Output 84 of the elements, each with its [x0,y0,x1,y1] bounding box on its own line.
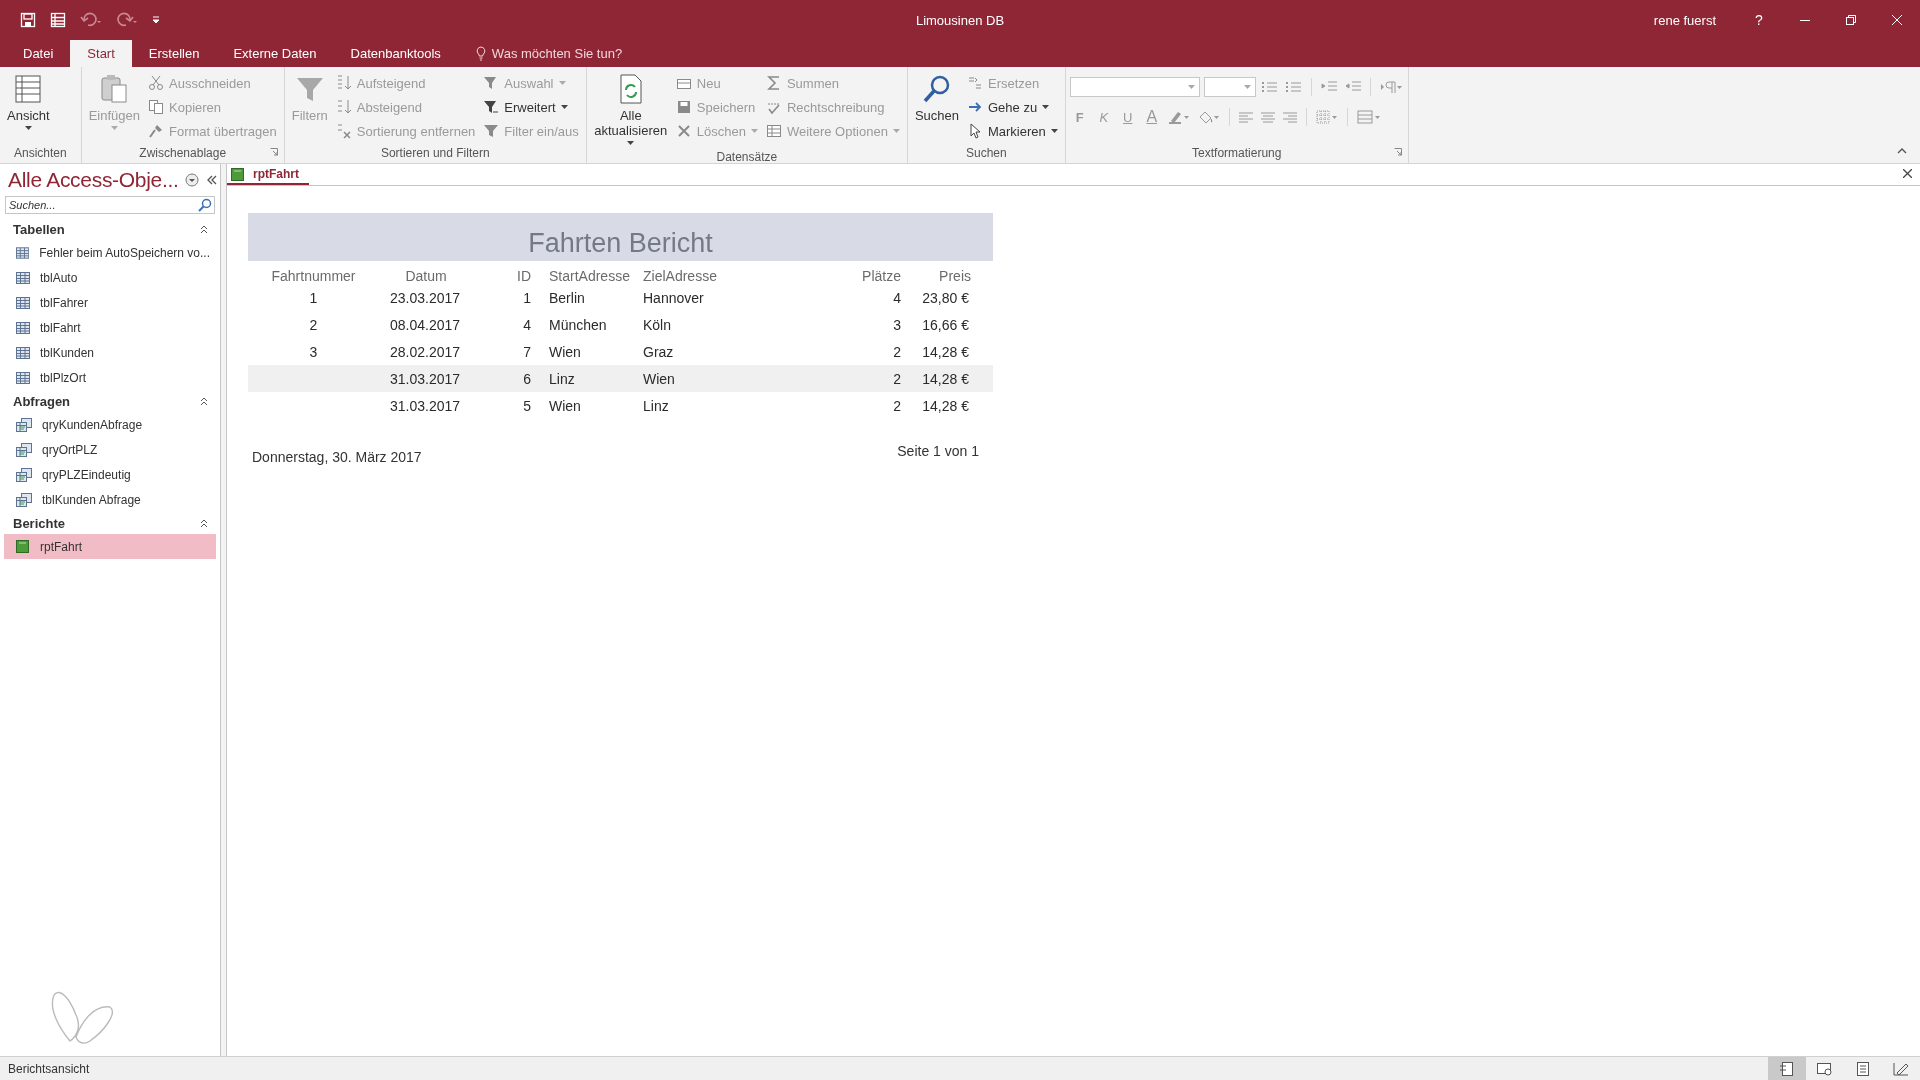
section-title: Berichte [13,515,66,531]
navigation-item[interactable]: qryOrtPLZ [4,437,216,462]
report-cell-text: Berlin [548,289,586,306]
report-cell: 2 [893,343,901,360]
report-cell: 23.03.2017 [389,289,461,306]
report-cell: 28.02.2017 [389,343,461,360]
navigation-item[interactable]: rptFahrt [4,534,216,559]
ribbon-tab[interactable]: Erstellen [131,40,217,67]
ribbon-button[interactable]: Gehe zu [963,95,1061,119]
pane-title: Alle Access-Obje... [8,168,179,192]
navigation-item[interactable]: qryPLZEindeutig [4,462,216,487]
report-cell: 31.03.2017 [389,397,461,414]
report-cell-text: Linz [642,397,670,414]
navigation-item[interactable]: tblKunden Abfrage [4,487,216,512]
section-header[interactable]: Abfragen [0,390,220,412]
report-date: Donnerstag, 30. März 2017 [252,448,422,465]
report-cell-text: München [548,316,608,333]
report-cell: 5 [523,397,531,414]
report-cell: 7 [523,343,531,360]
status-text: Berichtsansicht [8,1061,90,1076]
document-tab[interactable]: rptFahrt [227,165,309,185]
group-label: Ansichten [14,145,67,162]
report-cell-text: Köln [642,316,673,333]
section-title: Abfragen [13,393,71,409]
column-header: Preis [939,268,972,284]
navigation-item[interactable]: tblFahrt [4,315,216,340]
section-header[interactable]: Tabellen [0,218,220,240]
ribbon-button[interactable]: Erweitert [480,95,582,119]
page-number: Seite 1 von 1 [897,443,979,461]
report-cell: 2 [309,316,318,333]
report-cell: 08.04.2017 [389,316,461,333]
report-cell-text: 23,80 € [922,289,970,306]
report-cell: 4 [523,316,531,333]
report-cell-text: Wien [548,343,582,360]
report-cell-text: Wien [642,370,676,387]
report-cell: 31.03.2017 [389,370,461,387]
ribbon-button[interactable]: Suchen [911,71,962,125]
navigation-item[interactable]: tblAuto [4,265,216,290]
ribbon-tab[interactable]: Datenbanktools [333,40,458,67]
navigation-item[interactable]: tblKunden [4,340,216,365]
group-label: Suchen [964,145,1008,162]
report-cell-text: 14,28 € [922,343,970,360]
tell-me-field[interactable]: Was möchten Sie tun? [469,40,629,67]
search-field[interactable]: Suchen... [5,196,215,214]
column-header: ID [517,268,531,284]
group-label: Datensätze [715,149,779,166]
ribbon-tab[interactable]: Start [70,40,132,67]
group-label: Zwischenablage [138,145,228,162]
column-header: Fahrtnummer [271,268,356,284]
navigation-item[interactable]: tblPlzOrt [4,365,216,390]
ribbon-button[interactable]: Alle aktualisieren [590,71,671,147]
report-cell: 3 [309,343,318,360]
report-title: Fahrten Bericht [528,228,713,260]
column-header: Datum [404,268,447,284]
ribbon-button[interactable]: Ansicht [4,71,53,132]
report-cell-text: Linz [548,370,576,387]
section-header[interactable]: Berichte [0,512,220,534]
group-label: Sortieren und Filtern [379,145,491,162]
navigation-item[interactable]: tblFahrer [4,290,216,315]
group-label: Textformatierung [1191,145,1283,162]
report-cell-text: Hannover [642,289,705,306]
report-cell: 1 [523,289,531,306]
report-cell: 6 [523,370,531,387]
report-cell-text: 14,28 € [922,397,970,414]
ribbon-button[interactable]: Markieren [963,119,1061,143]
column-header: StartAdresse [548,268,631,284]
report-cell: 3 [893,316,901,333]
help-button[interactable]: ? [1736,12,1782,28]
ribbon-tab[interactable]: Datei [6,40,71,67]
window-title: Limousinen DB [915,12,1005,28]
report-cell-text: 16,66 € [922,316,970,333]
navigation-item[interactable]: Fehler beim AutoSpeichern vo... [4,240,216,265]
column-header: Plätze [862,268,901,284]
ribbon-tab[interactable]: Externe Daten [216,40,334,67]
report-cell: 2 [893,370,901,387]
report-cell-text: Wien [548,397,582,414]
navigation-item[interactable]: qryKundenAbfrage [4,412,216,437]
report-cell: 2 [893,397,901,414]
report-cell: 1 [309,289,318,306]
report-cell: 4 [893,289,901,306]
report-cell-text: 14,28 € [922,370,970,387]
report-cell-text: Graz [642,343,675,360]
user-name: rene fuerst [1653,12,1716,28]
section-title: Tabellen [13,221,65,237]
